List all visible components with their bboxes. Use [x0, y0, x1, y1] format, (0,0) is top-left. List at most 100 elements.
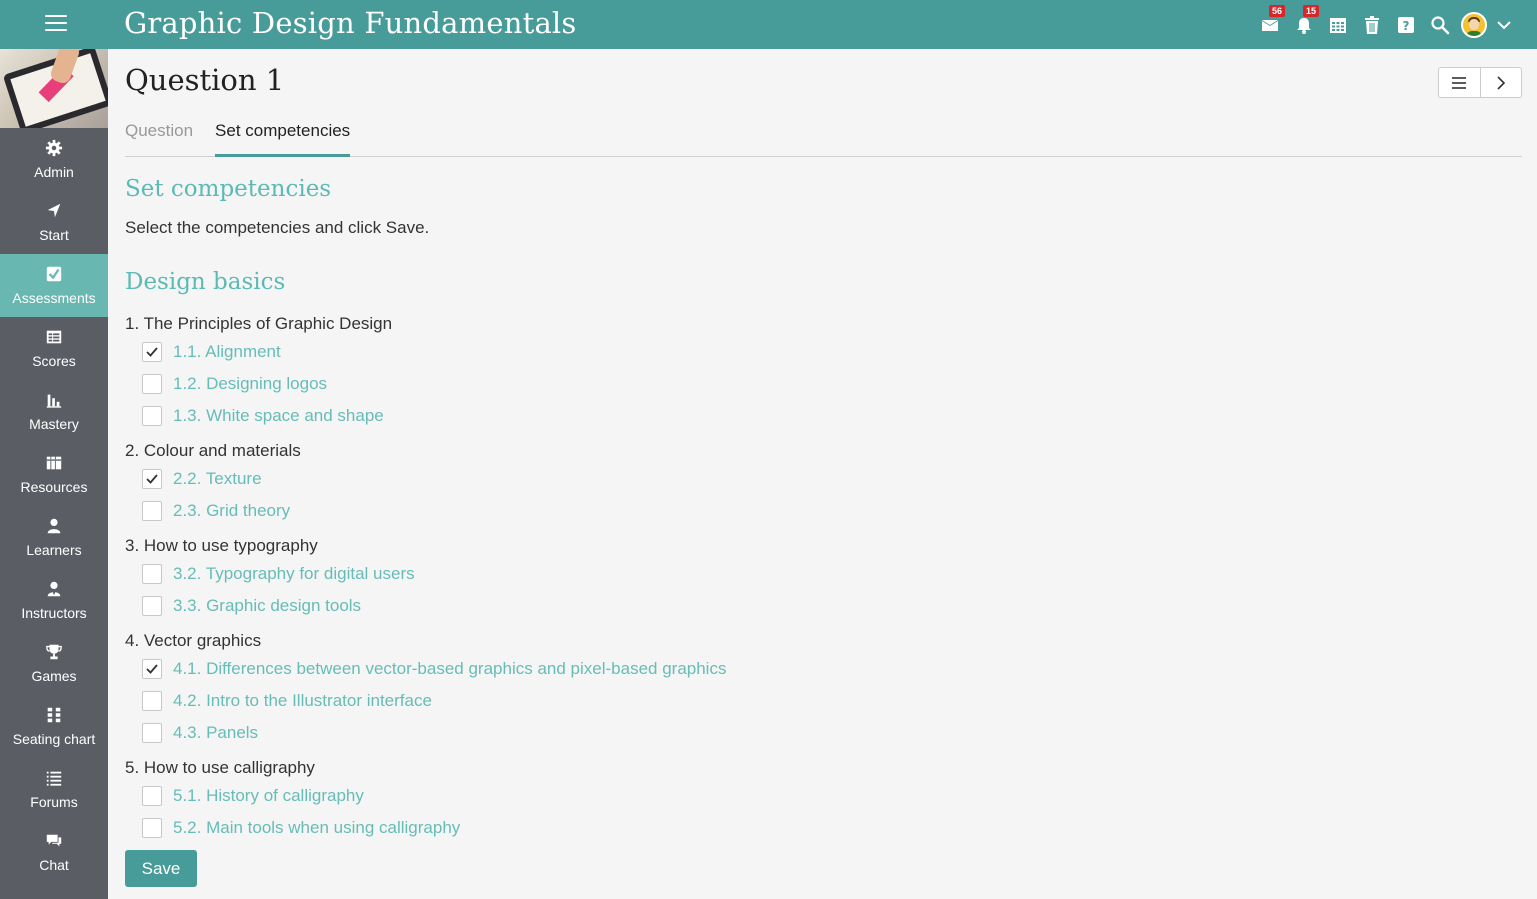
competency-item[interactable]: 1.2. Designing logos: [125, 368, 1025, 400]
user-menu[interactable]: [1457, 0, 1491, 49]
tab-set-competencies[interactable]: Set competencies: [215, 117, 351, 157]
competency-item[interactable]: 5.1. History of calligraphy: [125, 780, 1025, 812]
search-button[interactable]: [1423, 0, 1457, 49]
next-button[interactable]: [1479, 68, 1522, 97]
competency-item[interactable]: 3.2. Typography for digital users: [125, 558, 1025, 590]
competency-label[interactable]: 4.3. Panels: [173, 723, 258, 743]
chat-bubbles-icon: [46, 834, 62, 847]
sidebar-item-instructors[interactable]: Instructors: [0, 569, 108, 632]
list-icon: [46, 771, 62, 786]
competency-item[interactable]: 5.2. Main tools when using calligraphy: [125, 812, 1025, 844]
competency-label[interactable]: 3.2. Typography for digital users: [173, 564, 415, 584]
sidebar-item-label: Admin: [34, 164, 74, 180]
competency-label[interactable]: 3.3. Graphic design tools: [173, 596, 361, 616]
title-toolbar: [1438, 67, 1522, 98]
competency-checkbox[interactable]: [142, 818, 162, 838]
competency-item[interactable]: 4.2. Intro to the Illustrator interface: [125, 685, 1025, 717]
gear-icon: [45, 139, 63, 157]
competency-label[interactable]: 2.3. Grid theory: [173, 501, 290, 521]
sidebar-item-forums[interactable]: Forums: [0, 758, 108, 821]
sidebar-item-label: Chat: [39, 857, 69, 873]
checkmark-icon: [146, 664, 158, 674]
sidebar-item-learners[interactable]: Learners: [0, 506, 108, 569]
competency-item[interactable]: 1.3. White space and shape: [125, 400, 1025, 432]
svg-text:?: ?: [1403, 19, 1410, 33]
list-view-button[interactable]: [1439, 68, 1480, 97]
bar-chart-icon: [46, 394, 62, 408]
calendar-button[interactable]: [1321, 0, 1355, 49]
menu-icon[interactable]: [45, 15, 67, 33]
chevron-down-icon: [1497, 20, 1511, 29]
notifications-button[interactable]: 15: [1287, 0, 1321, 49]
competency-checkbox-checked[interactable]: [142, 342, 162, 362]
competency-checkbox[interactable]: [142, 596, 162, 616]
top-bar: Graphic Design Fundamentals 56 15 ?: [0, 0, 1537, 49]
help-icon: ?: [1398, 16, 1414, 33]
course-image[interactable]: [0, 49, 108, 128]
chevron-right-icon: [1497, 75, 1505, 90]
sidebar-item-chat[interactable]: Chat: [0, 821, 108, 884]
competency-topic: 4. Vector graphics: [125, 631, 262, 650]
sidebar: Admin Start Assessments Scores Mastery R…: [0, 49, 108, 899]
competency-checkbox-checked[interactable]: [142, 659, 162, 679]
competency-checkbox[interactable]: [142, 786, 162, 806]
competency-checkbox[interactable]: [142, 406, 162, 426]
trash-button[interactable]: [1355, 0, 1389, 49]
sidebar-item-admin[interactable]: Admin: [0, 128, 108, 191]
competency-item[interactable]: 2.3. Grid theory: [125, 495, 1025, 527]
competency-checkbox-checked[interactable]: [142, 469, 162, 489]
competency-list: 1. The Principles of Graphic Design 1.1. …: [125, 312, 1025, 844]
competency-checkbox[interactable]: [142, 501, 162, 521]
competency-checkbox[interactable]: [142, 691, 162, 711]
sidebar-item-scores[interactable]: Scores: [0, 317, 108, 380]
instruction-text: Select the competencies and click Save.: [125, 218, 430, 237]
top-toolbar: 56 15 ?: [1253, 0, 1517, 49]
app-title[interactable]: Graphic Design Fundamentals: [124, 6, 577, 40]
sidebar-item-games[interactable]: Games: [0, 632, 108, 695]
competency-item[interactable]: 3.3. Graphic design tools: [125, 590, 1025, 622]
navigation-arrow-icon: [47, 203, 61, 218]
sidebar-item-mastery[interactable]: Mastery: [0, 380, 108, 443]
sidebar-item-label: Seating chart: [12, 731, 96, 747]
save-button[interactable]: Save: [125, 850, 197, 887]
competency-label[interactable]: 5.1. History of calligraphy: [173, 786, 364, 806]
sidebar-item-assessments[interactable]: Assessments: [0, 254, 108, 317]
competency-checkbox[interactable]: [142, 723, 162, 743]
competency-item[interactable]: 4.3. Panels: [125, 717, 1025, 749]
trophy-icon: [46, 644, 62, 660]
competency-item[interactable]: 4.1. Differences between vector-based gr…: [125, 653, 1025, 685]
competency-label[interactable]: 1.3. White space and shape: [173, 406, 384, 426]
sidebar-item-resources[interactable]: Resources: [0, 443, 108, 506]
sidebar-item-label: Games: [31, 668, 77, 684]
instructor-icon: [47, 581, 61, 597]
avatar[interactable]: [1461, 11, 1487, 38]
help-button[interactable]: ?: [1389, 0, 1423, 49]
sidebar-item-start[interactable]: Start: [0, 191, 108, 254]
tab-question[interactable]: Question: [125, 117, 193, 157]
competency-item[interactable]: 2.2. Texture: [125, 463, 1025, 495]
competency-label[interactable]: 1.2. Designing logos: [173, 374, 327, 394]
competency-item[interactable]: 1.1. Alignment: [125, 336, 1025, 368]
notifications-badge: 15: [1303, 5, 1320, 17]
competency-label[interactable]: 2.2. Texture: [173, 469, 262, 489]
trash-icon: [1365, 15, 1379, 34]
books-icon: [46, 456, 62, 470]
user-menu-toggle[interactable]: [1491, 0, 1517, 49]
sidebar-item-label: Resources: [20, 479, 88, 495]
checkbox-icon: [46, 266, 62, 282]
table-icon: [46, 330, 62, 344]
competency-checkbox[interactable]: [142, 564, 162, 584]
checkmark-icon: [146, 474, 158, 484]
messages-badge: 56: [1269, 5, 1286, 17]
person-icon: [47, 518, 61, 534]
competency-label[interactable]: 4.2. Intro to the Illustrator interface: [173, 691, 432, 711]
competency-label[interactable]: 5.2. Main tools when using calligraphy: [173, 818, 460, 838]
sidebar-item-label: Instructors: [21, 605, 87, 621]
competency-label[interactable]: 4.1. Differences between vector-based gr…: [173, 659, 726, 679]
sidebar-item-label: Scores: [32, 353, 76, 369]
list-lines-icon: [1452, 76, 1467, 89]
competency-checkbox[interactable]: [142, 374, 162, 394]
messages-button[interactable]: 56: [1253, 0, 1287, 49]
competency-label[interactable]: 1.1. Alignment: [173, 342, 281, 362]
sidebar-item-seating-chart[interactable]: Seating chart: [0, 695, 108, 758]
